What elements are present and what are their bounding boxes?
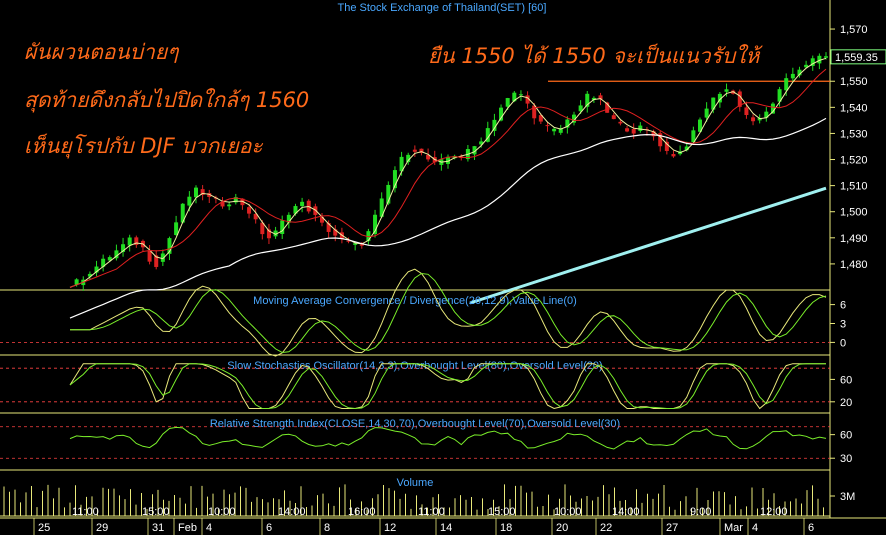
volume-title: Volume [397,477,434,489]
x-date-label: 12 [384,522,396,534]
candle-body [412,149,417,152]
x-time-label: 10:00 [208,506,236,518]
x-date-label: 18 [500,522,512,534]
candle-body [824,56,828,58]
x-date-label: 4 [206,522,212,534]
stochastic-title: Slow Stochastics Oscillator(14,3,3),Over… [227,360,602,372]
candle-body [505,98,510,107]
candle-body [744,107,749,116]
x-date-label: 27 [666,522,678,534]
price-tick-label: 1,570 [840,24,868,36]
candle-body [187,196,192,206]
ma-long-line [469,186,827,305]
candle-body [127,237,132,246]
x-time-label: 15:00 [142,506,170,518]
rsi-title: Relative Strength Index(CLOSE,14,30,70),… [210,418,620,430]
x-date-label: 25 [38,522,50,534]
x-time-label: 15:00 [488,506,516,518]
annotation-left-line2: สุดท้ายดึงกลับไปปิดใกล้ๆ 1560 [24,88,310,112]
x-time-label: 11:00 [72,506,99,518]
x-date-label: 4 [752,522,758,534]
macd-title: Moving Average Convergence / Divergence(… [253,295,577,307]
candle-body [638,125,643,131]
stochastic-tick-label: 60 [840,374,852,386]
x-date-label: 8 [324,522,330,534]
macd-tick-label: 6 [840,300,846,312]
candle-body [300,201,305,206]
candle-body [704,108,709,118]
candle-body [518,94,523,96]
rsi-tick-label: 30 [840,453,852,465]
macd-tick-label: 0 [840,337,846,349]
last-price-label: 1,559.35 [835,52,878,64]
x-date-label: 6 [266,522,272,534]
volume-tick-label: 3M [840,491,855,503]
candle-body [545,125,550,127]
x-time-label: 14:00 [278,506,306,518]
x-time-label: 10:00 [554,506,582,518]
x-date-label: 20 [556,522,568,534]
x-date-label: Feb [178,522,197,534]
candle-body [671,154,676,157]
candle-body [790,73,795,79]
x-date-label: 6 [808,522,814,534]
price-tick-label: 1,530 [840,128,868,140]
stochastic-tick-label: 20 [840,397,852,409]
price-chart-title: The Stock Exchange of Thailand(SET) [60] [338,2,547,14]
candle-body [194,187,198,198]
price-tick-label: 1,550 [840,76,868,88]
macd-tick-label: 3 [840,319,846,331]
x-date-label: 22 [600,522,612,534]
price-tick-label: 1,490 [840,233,868,245]
x-time-label: 14:00 [612,506,640,518]
macd-signal-line [70,272,827,354]
candle-body [618,121,623,124]
candle-body [625,128,630,132]
candle-body [751,117,756,122]
price-tick-label: 1,540 [840,102,868,114]
candle-body [611,115,616,120]
x-time-label: 12:00 [760,506,788,518]
x-time-label: 16:00 [348,506,376,518]
annotation-left-line3: เห็นยุโรปกับ DJF บวกเยอะ [24,134,263,158]
candle-body [631,129,636,134]
x-time-label: 9:00 [690,506,711,518]
candle-body [227,204,232,207]
rsi-line [69,426,827,450]
price-tick-label: 1,480 [840,259,868,271]
price-tick-label: 1,510 [840,181,868,193]
candle-body [724,89,729,92]
rsi-tick-label: 60 [840,430,852,442]
price-tick-label: 1,500 [840,207,868,219]
candle-body [552,128,557,132]
candle-body [174,222,179,236]
set-chart-svg: 1,5701,5601,5501,5401,5301,5201,5101,500… [0,0,886,535]
x-date-label: Mar [724,522,743,534]
annotation-right-line1: ยืน 1550 ได้ 1550 จะเป็นแนวรับให้ [428,44,760,68]
x-time-label: 11:00 [418,506,445,518]
candle-body [784,78,789,91]
x-date-label: 29 [96,522,108,534]
annotation-left-line1: ผันผวนตอนบ่ายๆ [24,40,179,64]
price-tick-label: 1,520 [840,155,868,167]
chart-window: 1,5701,5601,5501,5401,5301,5201,5101,500… [0,0,886,535]
candle-body [247,207,252,214]
x-date-label: 14 [440,522,452,534]
x-date-label: 31 [152,522,164,534]
